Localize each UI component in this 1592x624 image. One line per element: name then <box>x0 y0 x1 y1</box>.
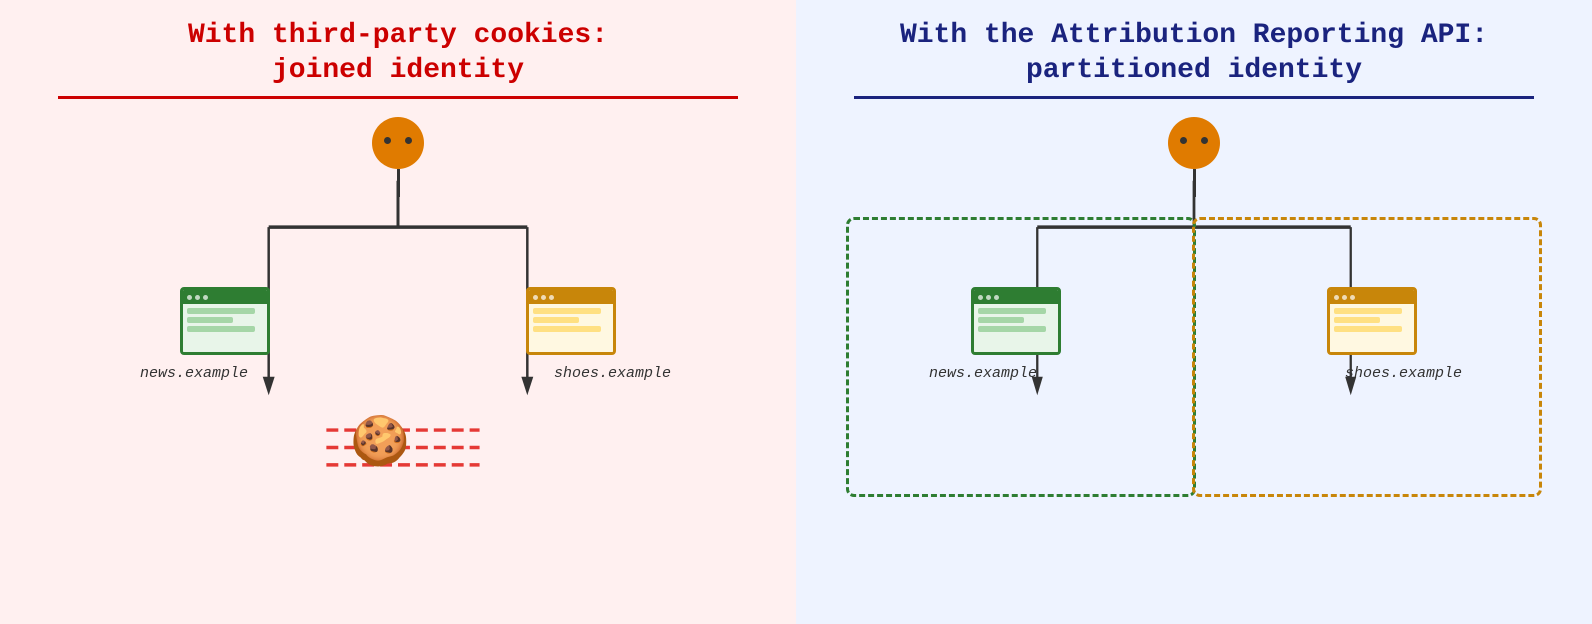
right-green-box <box>846 217 1196 497</box>
right-title-line1: With the Attribution Reporting API: <box>900 20 1488 51</box>
rdot3 <box>994 295 999 300</box>
dot4 <box>533 295 538 300</box>
rline2 <box>978 317 1024 323</box>
line1 <box>187 308 255 314</box>
rdot1 <box>978 295 983 300</box>
right-person <box>1168 117 1220 197</box>
left-panel: With third-party cookies: joined identit… <box>0 0 796 624</box>
cookie-icon: 🍪 <box>350 412 410 469</box>
right-person-body <box>1193 169 1196 197</box>
right-browser-news <box>971 287 1061 355</box>
right-diagram: news.example shoes.example <box>816 117 1572 604</box>
right-browser-shoes-content <box>1330 304 1414 352</box>
dot6 <box>549 295 554 300</box>
right-gold-box <box>1192 217 1542 497</box>
rline1 <box>978 308 1046 314</box>
left-browser-shoes-bar <box>529 290 613 304</box>
right-browser-news-bar <box>974 290 1058 304</box>
line3 <box>187 326 255 332</box>
dot2 <box>195 295 200 300</box>
left-person-body <box>397 169 400 197</box>
left-browser-news-bar <box>183 290 267 304</box>
left-person-face <box>372 117 424 169</box>
right-panel: With the Attribution Reporting API: part… <box>796 0 1592 624</box>
dot5 <box>541 295 546 300</box>
right-news-label: news.example <box>929 365 1037 382</box>
line6 <box>533 326 601 332</box>
right-panel-title: With the Attribution Reporting API: part… <box>900 18 1488 88</box>
rline4 <box>1334 308 1402 314</box>
left-news-label: news.example <box>140 365 248 382</box>
right-title-line2: partitioned identity <box>1026 55 1362 86</box>
right-browser-shoes-bar <box>1330 290 1414 304</box>
right-browser-news-content <box>974 304 1058 352</box>
left-diagram: news.example shoes.example 🍪 <box>20 117 776 604</box>
rline3 <box>978 326 1046 332</box>
left-browser-shoes-content <box>529 304 613 352</box>
rdot2 <box>986 295 991 300</box>
dot3 <box>203 295 208 300</box>
left-browser-news-content <box>183 304 267 352</box>
left-title-line1: With third-party cookies: <box>188 20 608 51</box>
left-person <box>372 117 424 197</box>
line4 <box>533 308 601 314</box>
right-divider <box>854 96 1534 99</box>
line5 <box>533 317 579 323</box>
right-browser-shoes <box>1327 287 1417 355</box>
right-shoes-label: shoes.example <box>1345 365 1462 382</box>
rline5 <box>1334 317 1380 323</box>
left-browser-shoes <box>526 287 616 355</box>
rdot4 <box>1334 295 1339 300</box>
rdot6 <box>1350 295 1355 300</box>
left-divider <box>58 96 738 99</box>
rline6 <box>1334 326 1402 332</box>
left-browser-news <box>180 287 270 355</box>
left-title-line2: joined identity <box>272 55 524 86</box>
left-shoes-label: shoes.example <box>554 365 671 382</box>
line2 <box>187 317 233 323</box>
rdot5 <box>1342 295 1347 300</box>
left-panel-title: With third-party cookies: joined identit… <box>188 18 608 88</box>
dot1 <box>187 295 192 300</box>
right-person-face <box>1168 117 1220 169</box>
